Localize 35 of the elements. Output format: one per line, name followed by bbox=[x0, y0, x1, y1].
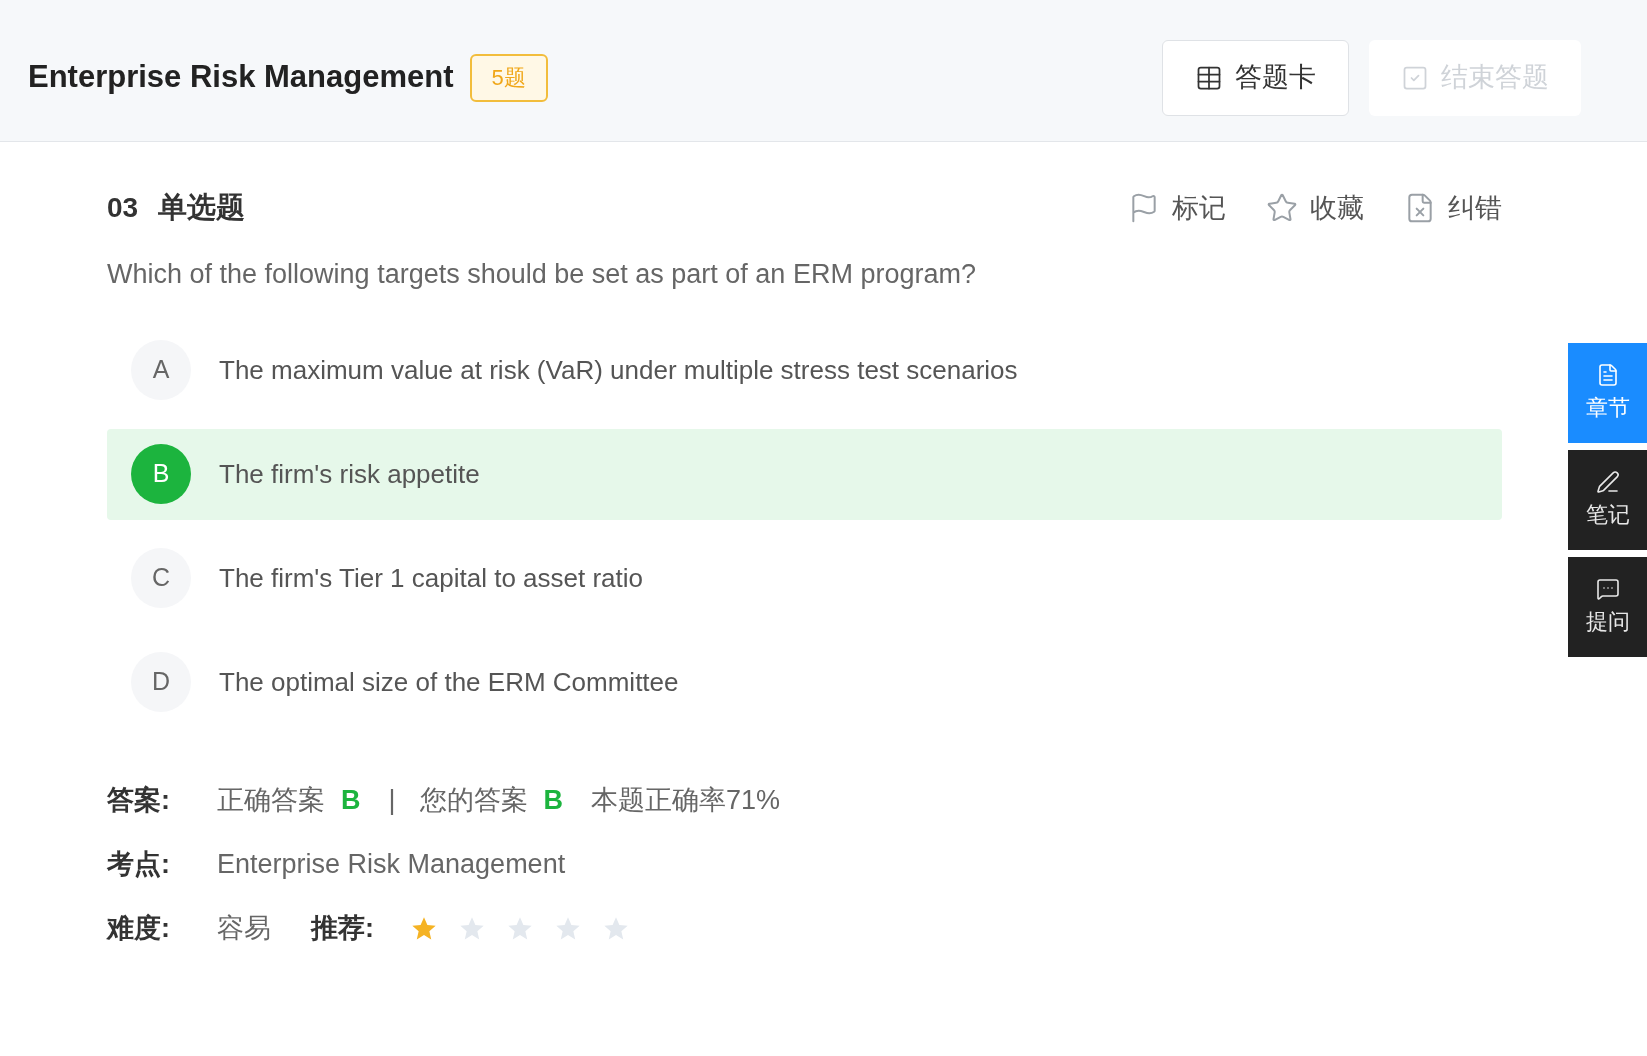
topic-label: 考点: bbox=[107, 848, 171, 882]
chat-icon bbox=[1595, 576, 1620, 601]
action-button[interactable]: 纠错 bbox=[1404, 187, 1502, 229]
option-text: The maximum value at risk (VaR) under multiple stress test scenarios bbox=[219, 353, 1018, 387]
your-answer: B bbox=[543, 784, 563, 818]
your-answer-label: 您的答案 bbox=[419, 784, 528, 818]
correct-answer-label: 正确答案 bbox=[217, 784, 325, 818]
correct-answer: B bbox=[341, 784, 361, 818]
option-text: The firm's Tier 1 capital to asset ratio bbox=[219, 561, 643, 595]
question-text: Which of the following targets should be set as part of an ERM program? bbox=[107, 258, 977, 291]
option-text: The optimal size of the ERM Committee bbox=[219, 665, 679, 699]
side-tab[interactable]: 提问 bbox=[1568, 557, 1647, 657]
star-icon bbox=[1266, 192, 1298, 224]
pencil-icon bbox=[1595, 469, 1620, 494]
option-letter: D bbox=[131, 652, 191, 712]
count-badge: 5题 bbox=[469, 53, 548, 102]
recommend-label: 推荐: bbox=[311, 912, 374, 946]
separator: | bbox=[388, 784, 396, 818]
question-number: 03 bbox=[107, 191, 139, 225]
option-text: The firm's risk appetite bbox=[219, 457, 480, 491]
page-title: Enterprise Risk Management bbox=[28, 58, 454, 97]
option-letter: B bbox=[131, 444, 191, 504]
option-letter: C bbox=[131, 548, 191, 608]
difficulty-value: 容易 bbox=[217, 912, 271, 946]
option-letter: A bbox=[131, 340, 191, 400]
answer-option[interactable]: B The firm's risk appetite bbox=[107, 428, 1502, 520]
toolbar-button[interactable]: 答题卡 bbox=[1162, 39, 1349, 116]
difficulty-label: 难度: bbox=[107, 912, 171, 946]
action-button[interactable]: 标记 bbox=[1128, 187, 1226, 229]
action-button[interactable]: 收藏 bbox=[1266, 187, 1364, 229]
topic-value: Enterprise Risk Management bbox=[217, 848, 566, 882]
answer-label: 答案: bbox=[107, 784, 171, 818]
question-type: 单选题 bbox=[158, 190, 246, 226]
accuracy-rate: 本题正确率71% bbox=[591, 784, 781, 818]
side-tab[interactable]: 笔记 bbox=[1568, 450, 1647, 550]
